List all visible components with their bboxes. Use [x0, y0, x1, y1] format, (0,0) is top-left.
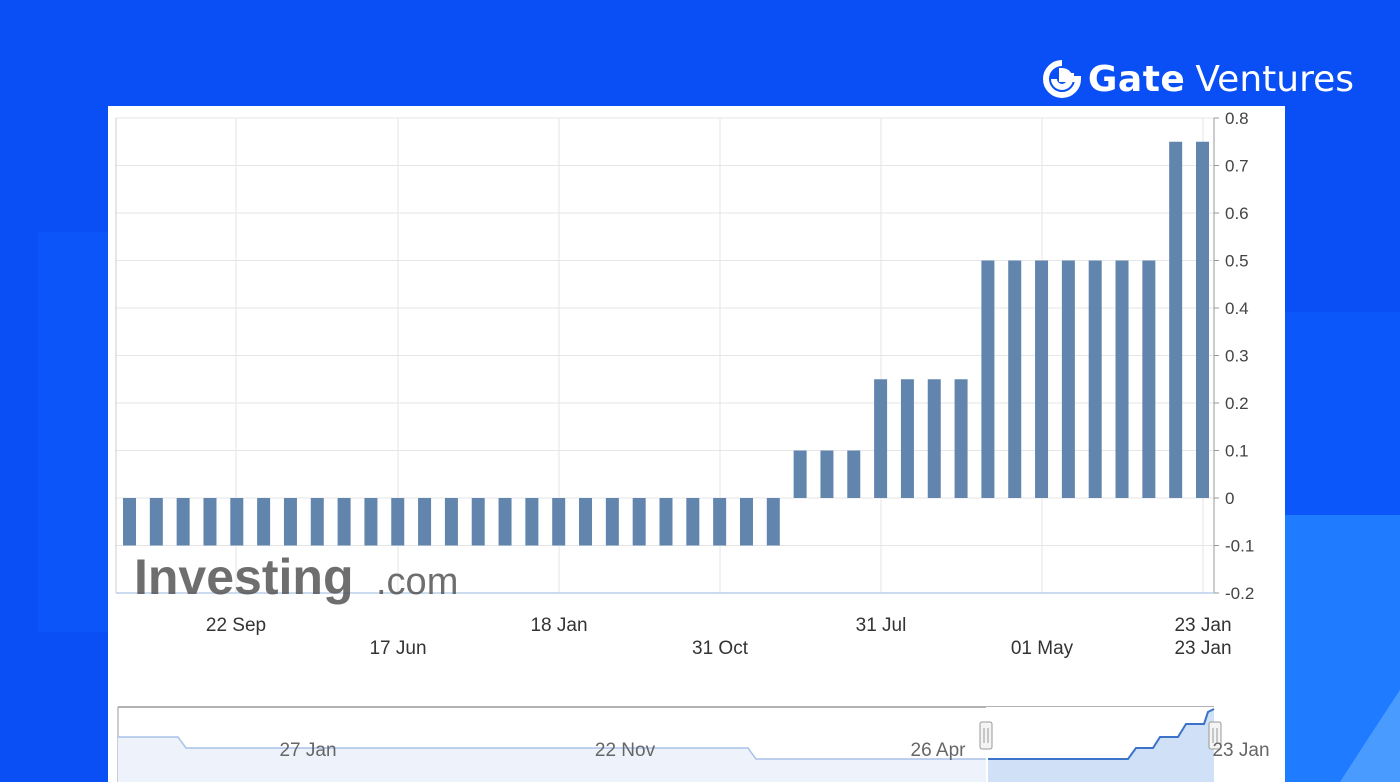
y-tick-label: -0.2 — [1225, 584, 1254, 603]
bar — [310, 498, 324, 546]
watermark-suffix: .com — [376, 561, 458, 603]
y-tick-label: 0.3 — [1225, 347, 1249, 366]
bar — [766, 498, 780, 546]
bar — [418, 498, 432, 546]
bar — [149, 498, 163, 546]
bar — [927, 379, 941, 498]
bar — [605, 498, 619, 546]
bar — [1035, 260, 1049, 498]
bar — [283, 498, 297, 546]
bar — [1142, 260, 1156, 498]
bar — [230, 498, 244, 546]
bar — [391, 498, 405, 546]
bar — [874, 379, 888, 498]
x-tick-label: 23 Jan — [1174, 615, 1231, 636]
y-tick-label: 0.8 — [1225, 109, 1249, 128]
bar — [552, 498, 566, 546]
bar — [659, 498, 673, 546]
x-tick-label: 01 May — [1011, 638, 1074, 659]
bar — [954, 379, 968, 498]
y-tick-label: 0.5 — [1225, 252, 1249, 271]
investing-watermark: Investing .com — [134, 549, 458, 605]
bar — [820, 450, 834, 498]
brand-name-light: Ventures — [1195, 58, 1354, 100]
bar — [257, 498, 271, 546]
chart-panel: Investing .com 0.8 0.7 0.6 0.5 0.4 0.3 0.2 0.1 0… — [108, 106, 1285, 782]
navigator-label: 27 Jan — [279, 740, 336, 761]
bar — [739, 498, 753, 546]
bar — [1115, 260, 1129, 498]
bar — [579, 498, 593, 546]
bar — [900, 379, 914, 498]
navigator-handle-left — [979, 721, 993, 750]
bg-panel-left — [38, 232, 108, 632]
watermark-main: Investing — [134, 549, 353, 605]
brand-name-bold: Gate — [1087, 58, 1186, 100]
y-tick-label: -0.1 — [1225, 537, 1254, 556]
navigator-label: 23 Jan — [1212, 740, 1269, 761]
bar — [793, 450, 807, 498]
bar — [444, 498, 458, 546]
bar — [1196, 141, 1209, 498]
navigator[interactable]: 27 Jan 22 Nov 26 Apr 23 Jan — [117, 706, 1270, 782]
bar — [1061, 260, 1075, 498]
y-tick-label: 0.1 — [1225, 442, 1249, 461]
y-tick-label: 0.4 — [1225, 299, 1249, 318]
x-tick-label: 31 Jul — [856, 615, 907, 636]
bar — [1008, 260, 1022, 498]
bar — [176, 498, 190, 546]
y-tick-label: 0 — [1225, 489, 1234, 508]
y-tick-label: 0.6 — [1225, 204, 1249, 223]
x-tick-label: 31 Oct — [692, 638, 749, 659]
bar — [686, 498, 700, 546]
x-tick-label: 18 Jan — [530, 615, 587, 636]
bar — [981, 260, 995, 498]
x-tick-label: 23 Jan — [1174, 638, 1231, 659]
x-tick-label: 22 Sep — [206, 615, 266, 636]
bar — [1088, 260, 1102, 498]
bar — [1169, 141, 1183, 498]
gate-g-logo-icon — [1042, 60, 1081, 98]
navigator-label: 26 Apr — [911, 740, 967, 761]
bar — [123, 498, 136, 546]
y-axis: 0.8 0.7 0.6 0.5 0.4 0.3 0.2 0.1 0 -0.1 -0.2 — [1214, 109, 1254, 603]
x-axis: 22 Sep 18 Jan 31 Jul 23 Jan 17 Jun 31 Oct 01 M… — [206, 615, 1232, 659]
bar — [713, 498, 727, 546]
bar — [525, 498, 539, 546]
bar — [471, 498, 485, 546]
bar — [498, 498, 512, 546]
bar — [337, 498, 351, 546]
brand-logo: Gate Ventures — [1042, 56, 1354, 102]
chart-bars — [123, 141, 1209, 546]
y-tick-label: 0.7 — [1225, 157, 1249, 176]
bar — [203, 498, 217, 546]
x-tick-label: 17 Jun — [369, 638, 426, 659]
bar — [364, 498, 378, 546]
y-tick-label: 0.2 — [1225, 394, 1249, 413]
bar-chart: Investing .com 0.80.70.60.50.40.30.20.10… — [115, 109, 1270, 782]
bar — [632, 498, 646, 546]
navigator-label: 22 Nov — [595, 740, 656, 761]
bar — [847, 450, 861, 498]
